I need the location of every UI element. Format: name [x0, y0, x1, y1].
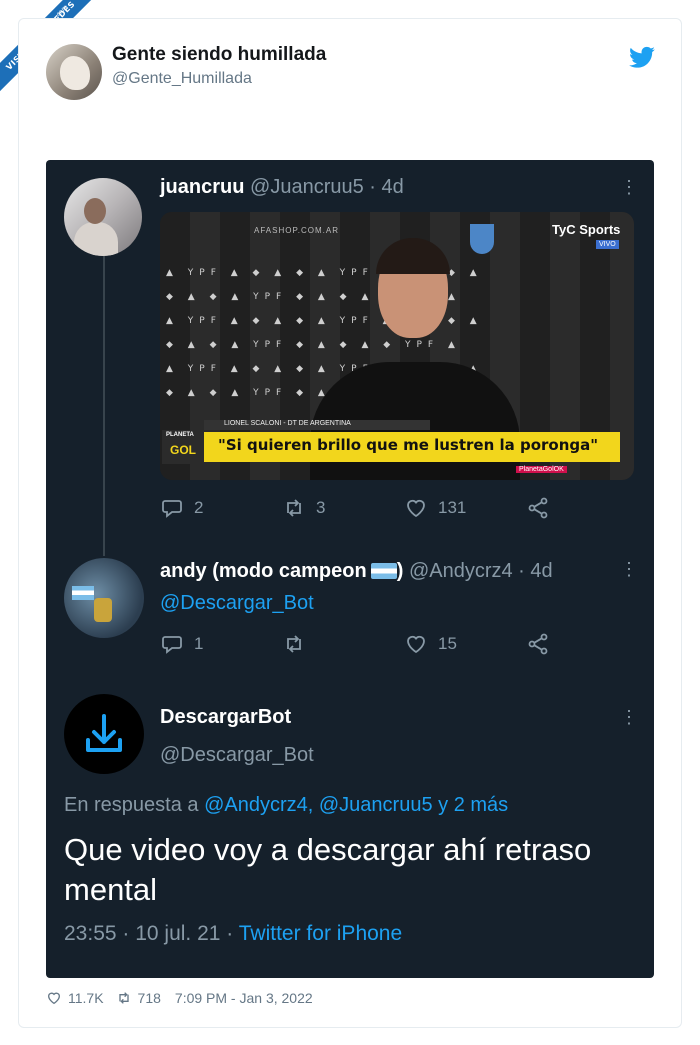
- planetagol-tag: PlanetaGolOK: [516, 466, 567, 473]
- tweet2-header: andy (modo campeon) @Andycrz4 · 4d: [160, 560, 553, 583]
- tweet3-source[interactable]: Twitter for iPhone: [239, 922, 402, 945]
- more-options-icon[interactable]: ⋮: [620, 708, 638, 726]
- heart-icon: [407, 635, 425, 654]
- andy-avatar[interactable]: [64, 558, 144, 638]
- tweet1-actions: 2 3 131: [160, 496, 640, 526]
- share-button[interactable]: [526, 496, 550, 520]
- heart-icon: [407, 499, 425, 518]
- share-icon: [528, 497, 548, 519]
- retweet-button[interactable]: 3: [282, 496, 325, 520]
- share-button[interactable]: [526, 632, 550, 656]
- tweet3-handle[interactable]: @Descargar_Bot: [160, 744, 314, 767]
- like-button[interactable]: 131: [404, 496, 466, 520]
- likes-count: 11.7K: [68, 990, 104, 1006]
- tweet1-header: juancruu @Juancruu5 · 4d: [160, 176, 404, 199]
- outer-display-name[interactable]: Gente siendo humillada: [112, 44, 326, 66]
- embedded-screenshot: juancruu @Juancruu5 · 4d ⋮ ▲ YPF ▲ ◆ ▲ ◆…: [46, 160, 654, 978]
- outer-handle[interactable]: @Gente_Humillada: [112, 70, 252, 88]
- reply-targets-link[interactable]: @Andycrz4, @Juancruu5 y 2 más: [204, 794, 508, 816]
- twitter-logo-icon[interactable]: [628, 44, 656, 72]
- tweet3-meta: 23:55 · 10 jul. 21 · Twitter for iPhone: [64, 922, 402, 946]
- tweet2-handle[interactable]: @Andycrz4 · 4d: [409, 560, 553, 582]
- retweet-icon: [287, 499, 301, 517]
- more-options-icon[interactable]: ⋮: [620, 178, 638, 196]
- reply-button[interactable]: 2: [160, 496, 203, 520]
- reply-icon: [162, 636, 182, 654]
- tweet2-actions: 1 15: [160, 632, 640, 662]
- tyc-sports-logo: TyC Sports: [552, 222, 621, 237]
- retweet-icon: [287, 635, 301, 653]
- planeta-gol-badge: PLANETA GOL: [162, 430, 204, 464]
- retweets-count: 718: [137, 990, 161, 1006]
- more-options-icon[interactable]: ⋮: [620, 560, 638, 578]
- share-icon: [528, 633, 548, 655]
- tweet1-name[interactable]: juancruu: [160, 176, 244, 198]
- argentina-flag-icon: [370, 563, 397, 579]
- retweet-icon[interactable]: [116, 990, 132, 1006]
- tweet2-name[interactable]: andy (modo campeon): [160, 560, 403, 582]
- like-button[interactable]: 15: [404, 632, 457, 656]
- thread-line: [103, 256, 105, 556]
- reply-icon: [162, 500, 182, 518]
- video-thumbnail[interactable]: ▲ YPF ▲ ◆ ▲ ◆ ▲ YPF ▲ ◆ ▲ ◆ ▲ ◆ ▲ ◆ ▲ YP…: [160, 212, 634, 480]
- outer-stats: 11.7K 718 7:09 PM - Jan 3, 2022: [46, 990, 313, 1006]
- tweet3-time[interactable]: 23:55 · 10 jul. 21 ·: [64, 922, 233, 945]
- outer-timestamp[interactable]: 7:09 PM - Jan 3, 2022: [175, 990, 313, 1006]
- reply-context: En respuesta a @Andycrz4, @Juancruu5 y 2…: [64, 794, 509, 816]
- heart-icon[interactable]: [46, 990, 62, 1006]
- tweet3-text: Que video voy a descargar ahí retraso me…: [64, 832, 592, 907]
- name-strip: LIONEL SCALONI - DT DE ARGENTINA: [204, 420, 430, 430]
- reply-button[interactable]: 1: [160, 632, 203, 656]
- descargarbot-avatar[interactable]: [64, 694, 144, 774]
- live-badge: VIVO: [596, 240, 619, 249]
- download-icon: [86, 714, 122, 752]
- outer-avatar[interactable]: [46, 44, 102, 100]
- tweet2-mention[interactable]: @Descargar_Bot: [160, 592, 314, 615]
- quote-caption: "Si quieren brillo que me lustren la por…: [218, 436, 599, 454]
- juancruu-avatar[interactable]: [64, 178, 142, 256]
- tweet3-name[interactable]: DescargarBot: [160, 706, 291, 729]
- retweet-button[interactable]: [282, 632, 316, 656]
- afa-crest-icon: [470, 224, 494, 254]
- tweet1-handle[interactable]: @Juancruu5 · 4d: [250, 176, 404, 198]
- wall-url-text: AFASHOP.COM.AR: [254, 226, 339, 235]
